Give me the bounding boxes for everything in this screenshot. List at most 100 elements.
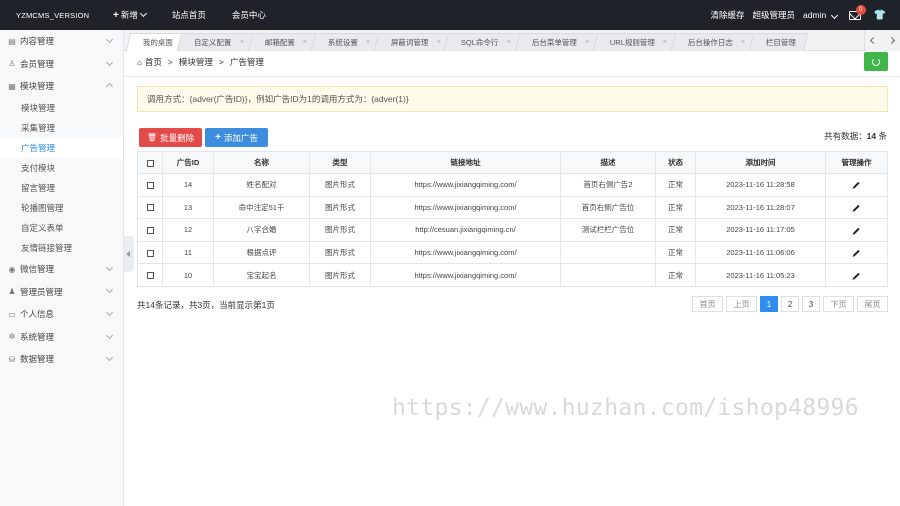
select-all-checkbox[interactable]	[146, 159, 154, 167]
home-icon: ⌂	[137, 57, 142, 67]
sidebar-menu-system[interactable]: ✲ 系统管理	[0, 326, 123, 349]
add-adver-button[interactable]: + 添加广告	[205, 128, 268, 147]
cell-desc: 测试栏栏广告位	[560, 218, 656, 242]
cell-url: http://cesuan.jixiangqiming.cn/	[370, 218, 561, 242]
row-checkbox[interactable]	[146, 227, 154, 234]
refresh-button[interactable]	[864, 52, 888, 71]
page-number-1[interactable]: 1	[760, 296, 778, 312]
batch-delete-button[interactable]: 🗑 批量删除	[139, 128, 202, 147]
edit-pencil-icon[interactable]	[853, 272, 860, 279]
tab-label: SQL命令行	[461, 38, 499, 47]
chevron-left-icon[interactable]	[870, 36, 878, 45]
cell-actions	[825, 241, 888, 265]
row-select-cell	[137, 263, 163, 287]
row-select-cell	[137, 241, 163, 265]
sidebar-collapse-handle[interactable]	[124, 236, 134, 272]
cell-url: https://www.jixiangqiming.com/	[370, 173, 561, 197]
breadcrumb-home[interactable]: 首页	[145, 56, 162, 68]
sidebar-menu-label: 模块管理	[20, 81, 55, 92]
close-icon[interactable]: ×	[585, 39, 589, 46]
edit-pencil-icon[interactable]	[853, 182, 860, 189]
row-checkbox[interactable]	[146, 181, 154, 189]
col-header: 状态	[655, 151, 696, 174]
mail-icon[interactable]: 0	[848, 4, 866, 20]
cell-time: 2023-11-16 11:17:05	[695, 218, 826, 242]
tab-url-rules[interactable]: URL规则管理 ×	[592, 33, 680, 51]
clear-cache-link[interactable]: 清除缓存	[710, 9, 744, 21]
cell-id: 10	[162, 263, 214, 287]
top-nav-member-center[interactable]: 会员中心	[219, 0, 279, 30]
sidebar-item-pay[interactable]: 支付模块	[0, 158, 123, 178]
records-summary: 共14条记录，共3页，当前显示第1页	[137, 300, 275, 310]
tab-menu-manage[interactable]: 后台菜单管理 ×	[514, 33, 602, 51]
tab-system-settings[interactable]: 系统设置 ×	[310, 33, 383, 51]
sidebar-item-link[interactable]: 友情链接管理	[0, 238, 123, 258]
sidebar-item-adver[interactable]: 广告管理	[0, 137, 123, 158]
plus-icon: +	[215, 132, 221, 143]
batch-delete-label: 批量删除	[160, 132, 195, 143]
row-checkbox[interactable]	[146, 249, 154, 257]
breadcrumb-parent[interactable]: 模块管理	[179, 56, 213, 68]
edit-pencil-icon[interactable]	[853, 249, 860, 257]
theme-shirt-icon[interactable]: 👕	[874, 10, 886, 21]
close-icon[interactable]: ×	[239, 39, 243, 46]
cell-type: 图片形式	[309, 173, 371, 197]
close-icon[interactable]: ×	[302, 39, 306, 46]
sidebar-menu-profile[interactable]: ▭ 个人信息	[0, 303, 123, 326]
cell-type: 图片形式	[309, 263, 371, 287]
chevron-down-icon	[105, 354, 114, 362]
tab-label: 系统设置	[327, 38, 358, 47]
tab-mail-config[interactable]: 邮箱配置 ×	[247, 33, 319, 51]
breadcrumb-separator: >	[167, 57, 173, 67]
page-first[interactable]: 首页	[692, 296, 723, 312]
gear-icon: ✲	[8, 332, 16, 342]
close-icon[interactable]: ×	[741, 39, 745, 46]
sidebar-item-guestbook[interactable]: 留言管理	[0, 178, 123, 198]
sidebar-item-module[interactable]: 模块管理	[0, 98, 123, 118]
close-icon[interactable]: ×	[366, 39, 370, 46]
sidebar-item-form[interactable]: 自定义表单	[0, 218, 123, 238]
sidebar-menu-module[interactable]: ▦ 模块管理	[0, 75, 123, 98]
cell-desc	[560, 263, 656, 287]
close-icon[interactable]: ×	[507, 39, 511, 46]
top-nav-add[interactable]: + 新增	[100, 0, 159, 30]
edit-pencil-icon[interactable]	[853, 204, 860, 212]
tab-blocked-words[interactable]: 屏蔽词管理 ×	[373, 33, 453, 51]
top-bar: YZMCMS_VERSION + 新增 站点首页 会员中心 清除缓存 超级管理员…	[0, 0, 900, 30]
page-last[interactable]: 尾页	[857, 296, 888, 312]
page-number-3[interactable]: 3	[802, 296, 820, 312]
tab-operation-log[interactable]: 后台操作日志 ×	[670, 33, 758, 51]
cell-id: 11	[162, 241, 214, 265]
sidebar-menu-admin[interactable]: ♟ 管理员管理	[0, 280, 123, 303]
page-number-2[interactable]: 2	[781, 296, 799, 312]
chevron-right-icon[interactable]	[887, 36, 895, 45]
page-next[interactable]: 下页	[823, 296, 854, 312]
top-nav-site-home[interactable]: 站点首页	[159, 0, 219, 30]
close-icon[interactable]: ×	[663, 39, 667, 46]
trash-icon: 🗑	[146, 133, 158, 142]
row-checkbox[interactable]	[146, 204, 154, 212]
page-prev[interactable]: 上页	[726, 296, 757, 312]
cell-name: 宝宝起名	[213, 263, 310, 287]
sidebar-menu-data[interactable]: ⛁ 数据管理	[0, 348, 123, 371]
edit-pencil-icon[interactable]	[853, 227, 860, 234]
tab-sql-command[interactable]: SQL命令行 ×	[444, 33, 524, 51]
total-count-unit: 条	[878, 131, 887, 141]
tab-category-manage[interactable]: 栏目管理	[749, 33, 809, 51]
sidebar-menu-content[interactable]: ▤ 内容管理	[0, 30, 123, 53]
sidebar-item-banner[interactable]: 轮播图管理	[0, 198, 123, 218]
cell-url: https://www.jixiangqiming.com/	[370, 241, 561, 265]
tab-label: URL规则管理	[609, 38, 655, 47]
user-menu[interactable]: admin	[803, 10, 838, 20]
sidebar-item-collect[interactable]: 采集管理	[0, 118, 123, 138]
sidebar-menu-wechat[interactable]: ◉ 微信管理	[0, 258, 123, 281]
cell-status: 正常	[655, 263, 696, 287]
tab-custom-config[interactable]: 自定义配置 ×	[176, 33, 256, 51]
refresh-icon	[872, 57, 880, 66]
top-nav: + 新增 站点首页 会员中心	[100, 0, 279, 30]
divider	[124, 76, 900, 77]
sidebar-menu-member[interactable]: ♙ 会员管理	[0, 53, 123, 76]
row-checkbox[interactable]	[146, 272, 154, 280]
close-icon[interactable]: ×	[436, 39, 440, 46]
cell-url: https://www.jixiangqiming.com/	[370, 263, 561, 287]
